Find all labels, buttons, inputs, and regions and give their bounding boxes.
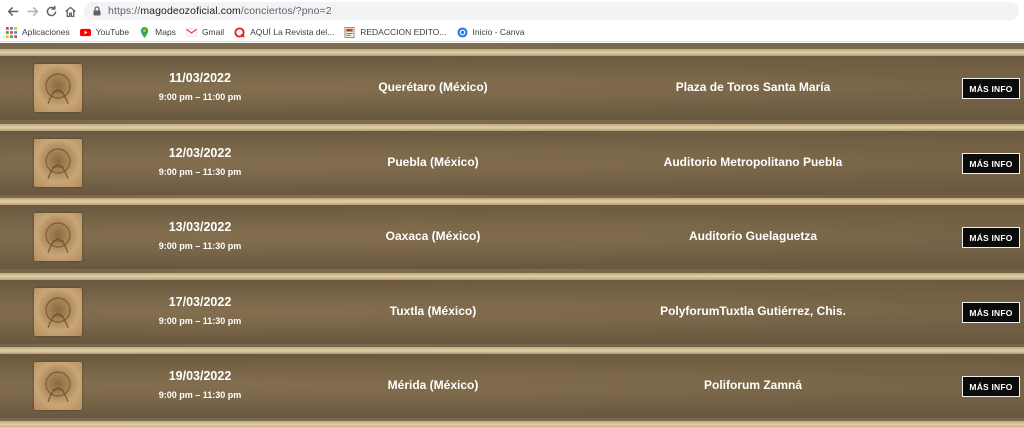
concert-time: 9:00 pm – 11:30 pm <box>158 390 242 400</box>
document-icon <box>344 26 355 38</box>
apps-grid-icon <box>6 26 17 38</box>
lock-icon <box>93 6 101 16</box>
concert-city: Puebla (México) <box>387 155 479 169</box>
row-divider <box>0 49 1024 56</box>
concert-city: Querétaro (México) <box>378 80 488 94</box>
concert-date: 12/03/2022 <box>168 146 232 160</box>
row-divider <box>0 198 1024 205</box>
concert-venue: PolyforumTuxtla Gutiérrez, Chis. <box>660 304 846 318</box>
row-divider <box>0 347 1024 354</box>
bookmarks-bar: Aplicaciones YouTube Maps Gmail AQUÍ La … <box>0 22 1024 42</box>
bookmark-youtube[interactable]: YouTube <box>79 23 129 41</box>
wizard-illustration-icon <box>45 222 71 254</box>
concert-row: 12/03/2022 9:00 pm – 11:30 pm Puebla (Mé… <box>0 131 1024 195</box>
concert-time: 9:00 pm – 11:30 pm <box>158 167 242 177</box>
mas-info-button[interactable]: MÁS INFO <box>962 78 1020 99</box>
concert-thumbnail[interactable] <box>34 362 82 410</box>
concert-date: 19/03/2022 <box>168 369 232 383</box>
concerts-page: 11/03/2022 9:00 pm – 11:00 pm Querétaro … <box>0 43 1024 427</box>
mas-info-button[interactable]: MÁS INFO <box>962 376 1020 397</box>
bookmark-redaccion[interactable]: REDACCION EDITO... <box>344 23 447 41</box>
concert-thumbnail[interactable] <box>34 213 82 261</box>
browser-toolbar: https://magodeozoficial.com/conciertos/?… <box>0 0 1024 22</box>
bookmark-maps[interactable]: Maps <box>139 23 176 41</box>
address-bar[interactable]: https://magodeozoficial.com/conciertos/?… <box>84 2 1019 20</box>
bookmark-gmail[interactable]: Gmail <box>186 23 224 41</box>
concert-city: Tuxtla (México) <box>389 304 477 318</box>
concert-row: 17/03/2022 9:00 pm – 11:30 pm Tuxtla (Mé… <box>0 280 1024 344</box>
concert-row: 13/03/2022 9:00 pm – 11:30 pm Oaxaca (Mé… <box>0 205 1024 269</box>
concert-row: 11/03/2022 9:00 pm – 11:00 pm Querétaro … <box>0 56 1024 120</box>
concert-time: 9:00 pm – 11:00 pm <box>158 92 242 102</box>
bookmark-aqui[interactable]: AQUÍ La Revista del... <box>234 23 334 41</box>
row-divider <box>0 421 1024 427</box>
concert-thumbnail[interactable] <box>34 64 82 112</box>
browser-chrome: https://magodeozoficial.com/conciertos/?… <box>0 0 1024 42</box>
concert-venue: Poliforum Zamná <box>703 378 802 392</box>
youtube-icon <box>79 27 91 38</box>
mas-info-button[interactable]: MÁS INFO <box>962 302 1020 323</box>
back-arrow-icon[interactable] <box>4 2 22 20</box>
concert-date: 11/03/2022 <box>169 71 231 85</box>
q-icon <box>234 26 245 38</box>
concert-thumbnail[interactable] <box>34 288 82 336</box>
concert-venue: Plaza de Toros Santa María <box>675 80 831 94</box>
address-url: https://magodeozoficial.com/conciertos/?… <box>108 5 332 17</box>
reload-icon[interactable] <box>42 2 60 20</box>
concert-city: Mérida (México) <box>387 378 479 392</box>
home-icon[interactable] <box>61 2 79 20</box>
gmail-icon <box>186 27 197 38</box>
concert-date: 13/03/2022 <box>168 220 232 234</box>
maps-pin-icon <box>139 26 150 38</box>
wizard-illustration-icon <box>45 73 71 105</box>
wizard-illustration-icon <box>45 297 71 329</box>
concert-date: 17/03/2022 <box>168 295 232 309</box>
concert-thumbnail[interactable] <box>34 139 82 187</box>
canva-icon <box>456 26 468 38</box>
forward-arrow-icon[interactable] <box>23 2 41 20</box>
concert-venue: Auditorio Guelaguetza <box>688 229 817 243</box>
bookmark-canva[interactable]: Inicio - Canva <box>456 23 524 41</box>
concert-city: Oaxaca (México) <box>385 229 481 243</box>
concert-time: 9:00 pm – 11:30 pm <box>158 241 242 251</box>
concert-row: 19/03/2022 9:00 pm – 11:30 pm Mérida (Mé… <box>0 354 1024 418</box>
wizard-illustration-icon <box>45 148 71 180</box>
wizard-illustration-icon <box>45 371 71 403</box>
concert-venue: Auditorio Metropolitano Puebla <box>663 155 843 169</box>
mas-info-button[interactable]: MÁS INFO <box>962 153 1020 174</box>
mas-info-button[interactable]: MÁS INFO <box>962 227 1020 248</box>
bookmark-apps[interactable]: Aplicaciones <box>6 23 70 41</box>
row-divider <box>0 273 1024 280</box>
row-divider <box>0 124 1024 131</box>
concert-time: 9:00 pm – 11:30 pm <box>158 316 242 326</box>
